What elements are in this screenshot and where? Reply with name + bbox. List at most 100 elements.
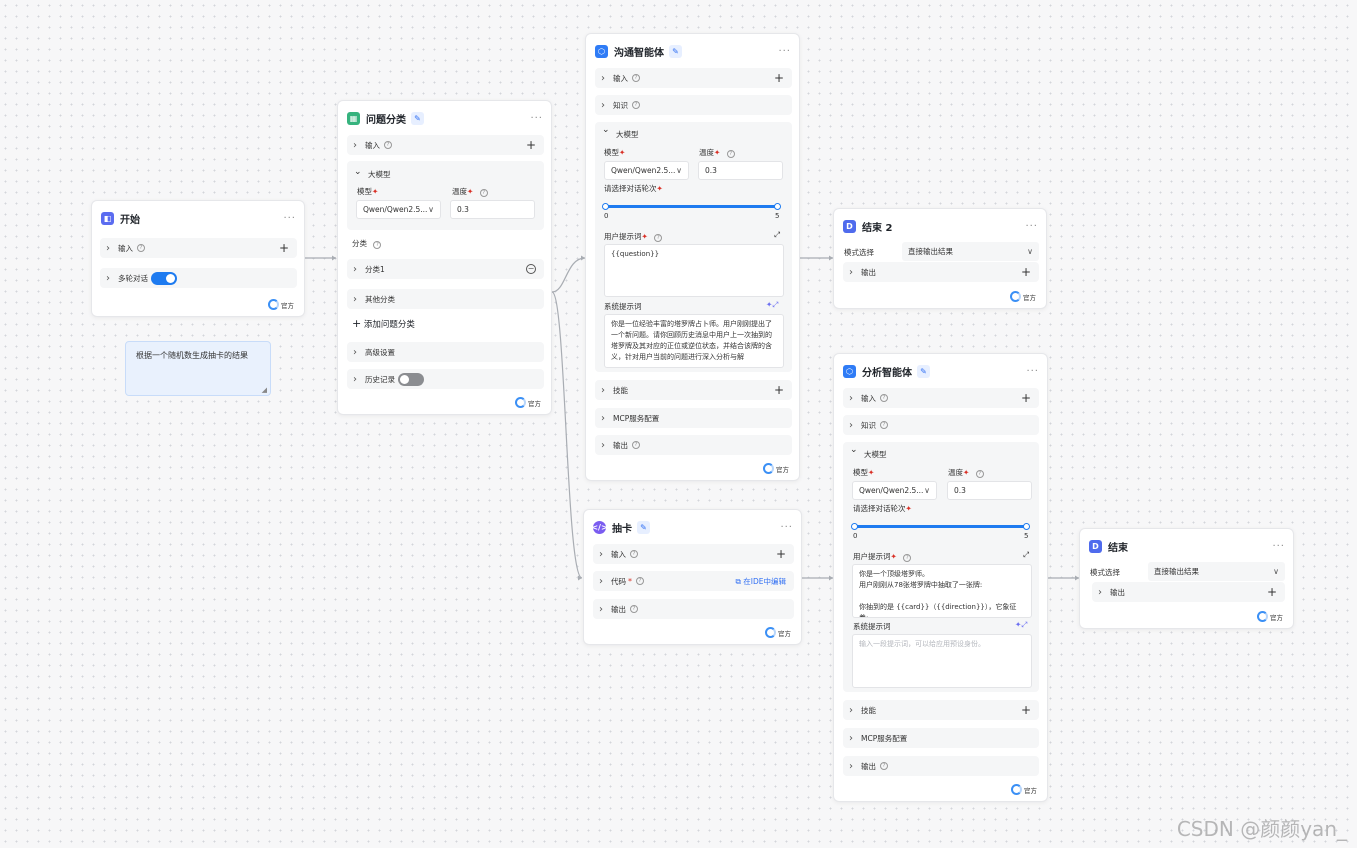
add-input-button[interactable]: + (1021, 392, 1031, 404)
input-row[interactable]: › 输入 ? + (593, 544, 794, 564)
chevron-down-icon[interactable]: ⌄ (354, 167, 362, 177)
add-skill-button[interactable]: + (1021, 704, 1031, 716)
classify-node[interactable]: ▦ 问题分类 ✎ ··· › 输入 ? + ⌄ 大模型 模型✦ 温度✦ ? Qw… (337, 100, 552, 415)
rounds-slider[interactable] (854, 525, 1026, 528)
chevron-right-icon[interactable]: › (353, 294, 365, 305)
output-row[interactable]: › 输出 ? (843, 756, 1039, 776)
input-row[interactable]: › 输入 ? + (100, 238, 297, 258)
ai-optimize-icon[interactable]: ✦⤢ (766, 300, 778, 310)
add-skill-button[interactable]: + (774, 384, 784, 396)
chevron-right-icon[interactable]: › (601, 100, 613, 111)
add-output-button[interactable]: + (1021, 266, 1031, 278)
temperature-input[interactable]: 0.3 (698, 161, 783, 180)
system-prompt-textarea[interactable]: 你是一位经验丰富的塔罗牌占卜师。用户刚刚提出了一个新问题。请你回顾历史消息中用户… (604, 314, 784, 368)
output-row[interactable]: › 输出 + (843, 262, 1039, 282)
note-card[interactable]: 根据一个随机数生成抽卡的结果 ◢ (125, 341, 271, 396)
add-input-button[interactable]: + (776, 548, 786, 560)
resize-handle-icon[interactable]: ◢ (262, 386, 267, 394)
ai-optimize-icon[interactable]: ✦⤢ (1015, 620, 1027, 630)
chevron-right-icon[interactable]: › (849, 393, 861, 404)
mode-select[interactable]: 直接输出结果 ∨ (902, 242, 1039, 261)
chevron-right-icon[interactable]: › (849, 705, 861, 716)
rounds-slider-end-knob[interactable] (1023, 523, 1030, 530)
expand-icon[interactable]: ⤢ (774, 230, 780, 240)
model-select[interactable]: Qwen/Qwen2.5... ∨ (604, 161, 689, 180)
skills-row[interactable]: › 技能 + (843, 700, 1039, 720)
chevron-right-icon[interactable]: › (599, 604, 611, 615)
edit-in-ide-link[interactable]: ⧉ 在IDE中编辑 (736, 576, 786, 587)
mcp-row[interactable]: › MCP服务配置 (595, 408, 792, 428)
rounds-slider[interactable] (605, 205, 777, 208)
input-row[interactable]: › 输入 ? + (347, 135, 544, 155)
temperature-input[interactable]: 0.3 (947, 481, 1032, 500)
chevron-right-icon[interactable]: › (599, 549, 611, 560)
rounds-slider-start-knob[interactable] (602, 203, 609, 210)
chevron-right-icon[interactable]: › (601, 385, 613, 396)
chevron-down-icon[interactable]: ⌄ (850, 445, 858, 455)
edit-icon[interactable]: ✎ (411, 111, 424, 125)
more-icon[interactable]: ··· (530, 113, 543, 124)
end-2-node[interactable]: D 结束 2 ··· 模式选择 直接输出结果 ∨ › 输出 + 官方 (833, 208, 1047, 309)
remove-category-icon[interactable]: − (526, 264, 536, 274)
history-row[interactable]: › 历史记录 (347, 369, 544, 389)
chevron-right-icon[interactable]: › (849, 733, 861, 744)
draw-card-node[interactable]: </> 抽卡 ✎ ··· › 输入 ? + › 代码 * ? ⧉ 在IDE中编辑… (583, 509, 802, 645)
more-icon[interactable]: ··· (780, 522, 793, 533)
chevron-right-icon[interactable]: › (849, 420, 861, 431)
category-row[interactable]: › 分类1 − (347, 259, 544, 279)
communication-agent-node[interactable]: ⬡ 沟通智能体 ✎ ··· › 输入 ? + › 知识 ? ⌄ 大模型 模型✦ … (585, 33, 800, 481)
edit-icon[interactable]: ✎ (669, 44, 682, 58)
mcp-row[interactable]: › MCP服务配置 (843, 728, 1039, 748)
output-row[interactable]: › 输出 + (1092, 582, 1285, 602)
model-select[interactable]: Qwen/Qwen2.5... ∨ (356, 200, 441, 219)
edit-icon[interactable]: ✎ (637, 520, 650, 534)
chevron-down-icon[interactable]: ⌄ (602, 125, 610, 135)
chevron-right-icon[interactable]: › (849, 267, 861, 278)
expand-icon[interactable]: ⤢ (1023, 550, 1029, 560)
multi-turn-row[interactable]: › 多轮对话 (100, 268, 297, 288)
advanced-row[interactable]: › 高级设置 (347, 342, 544, 362)
analysis-agent-node[interactable]: ⬡ 分析智能体 ✎ ··· › 输入 ? + › 知识 ? ⌄ 大模型 模型✦ … (833, 353, 1048, 802)
history-toggle[interactable] (398, 372, 424, 386)
knowledge-row[interactable]: › 知识 ? (843, 415, 1039, 435)
chevron-right-icon[interactable]: › (599, 576, 611, 587)
rounds-slider-end-knob[interactable] (774, 203, 781, 210)
chevron-right-icon[interactable]: › (353, 264, 365, 275)
system-prompt-textarea[interactable]: 输入一段提示词，可以给应用预设身份。 (852, 634, 1032, 688)
chevron-right-icon[interactable]: › (353, 347, 365, 358)
more-icon[interactable]: ··· (778, 46, 791, 57)
user-prompt-textarea[interactable]: {{question}} (604, 244, 784, 297)
more-icon[interactable]: ··· (1272, 541, 1285, 552)
chevron-right-icon[interactable]: › (601, 440, 613, 451)
multi-turn-toggle[interactable] (151, 271, 177, 285)
add-input-button[interactable]: + (774, 72, 784, 84)
chevron-right-icon[interactable]: › (353, 140, 365, 151)
other-category-row[interactable]: › 其他分类 (347, 289, 544, 309)
code-row[interactable]: › 代码 * ? ⧉ 在IDE中编辑 (593, 571, 794, 591)
chevron-right-icon[interactable]: › (601, 73, 613, 84)
user-prompt-textarea[interactable]: 你是一个顶级塔罗师。 用户刚刚从78张塔罗牌中抽取了一张牌: 你抽到的是 {{c… (852, 564, 1032, 618)
chevron-right-icon[interactable]: › (1098, 587, 1110, 598)
chevron-right-icon[interactable]: › (106, 243, 118, 254)
end-node[interactable]: D 结束 ··· 模式选择 直接输出结果 ∨ › 输出 + 官方 (1079, 528, 1294, 629)
skills-row[interactable]: › 技能 + (595, 380, 792, 400)
model-select[interactable]: Qwen/Qwen2.5... ∨ (852, 481, 937, 500)
chevron-right-icon[interactable]: › (353, 374, 365, 385)
edit-icon[interactable]: ✎ (917, 364, 930, 378)
add-output-button[interactable]: + (1267, 586, 1277, 598)
chevron-right-icon[interactable]: › (601, 413, 613, 424)
add-input-button[interactable]: + (526, 139, 536, 151)
more-icon[interactable]: ··· (1026, 366, 1039, 377)
input-row[interactable]: › 输入 ? + (843, 388, 1039, 408)
more-icon[interactable]: ··· (1025, 221, 1038, 232)
add-category-button[interactable]: + 添加问题分类 (352, 317, 415, 330)
temperature-input[interactable]: 0.3 (450, 200, 535, 219)
chevron-right-icon[interactable]: › (849, 761, 861, 772)
more-icon[interactable]: ··· (283, 213, 296, 224)
start-node[interactable]: ◧ 开始 ··· › 输入 ? + › 多轮对话 官方 (91, 200, 305, 317)
chevron-right-icon[interactable]: › (106, 273, 118, 284)
rounds-slider-start-knob[interactable] (851, 523, 858, 530)
output-row[interactable]: › 输出 ? (593, 599, 794, 619)
output-row[interactable]: › 输出 ? (595, 435, 792, 455)
input-row[interactable]: › 输入 ? + (595, 68, 792, 88)
